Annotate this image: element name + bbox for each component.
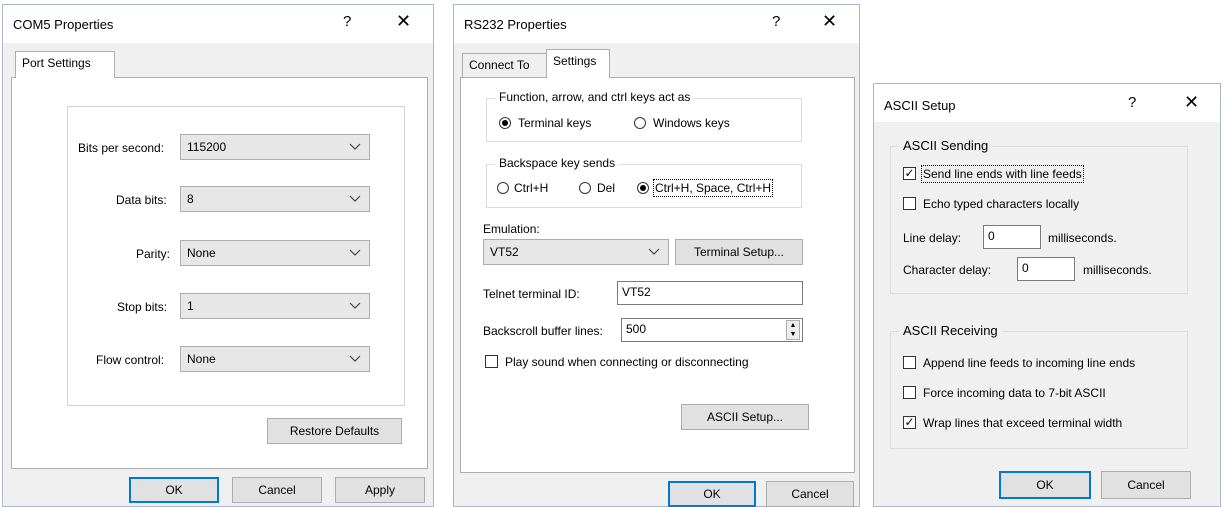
- line-delay-field[interactable]: 0: [983, 225, 1041, 249]
- ascii-title: ASCII Setup: [884, 98, 956, 113]
- play-sound-checkbox[interactable]: [485, 355, 498, 368]
- bits-per-second-label: Bits per second:: [78, 141, 165, 155]
- close-icon[interactable]: ✕: [396, 11, 411, 32]
- char-delay-field[interactable]: 0: [1017, 257, 1075, 281]
- del-radio[interactable]: [579, 182, 591, 194]
- ascii-sending-legend: ASCII Sending: [899, 138, 993, 153]
- com5-properties-dialog: COM5 Properties ? ✕ Port Settings Bits p…: [2, 4, 434, 507]
- chevron-down-icon: [648, 248, 660, 255]
- ascii-setup-button[interactable]: ASCII Setup...: [681, 404, 809, 430]
- append-line-feeds-label[interactable]: Append line feeds to incoming line ends: [923, 356, 1135, 370]
- telnet-id-label: Telnet terminal ID:: [483, 287, 580, 301]
- ctrl-h-space-radio[interactable]: [637, 182, 649, 194]
- select-value: None: [187, 246, 216, 260]
- com5-title-bar[interactable]: COM5 Properties ? ✕: [3, 5, 433, 43]
- parity-label: Parity:: [136, 247, 171, 261]
- settings-panel: Function, arrow, and ctrl keys act as Te…: [460, 77, 855, 473]
- help-icon[interactable]: ?: [1128, 94, 1136, 111]
- wrap-lines-label[interactable]: Wrap lines that exceed terminal width: [923, 416, 1122, 430]
- chevron-down-icon: [349, 143, 361, 150]
- send-line-ends-label[interactable]: Send line ends with line feeds: [921, 165, 1084, 183]
- backscroll-label: Backscroll buffer lines:: [483, 324, 603, 338]
- tab-label: Settings: [553, 54, 597, 68]
- close-icon[interactable]: ✕: [822, 11, 837, 32]
- select-value: None: [187, 352, 216, 366]
- del-label[interactable]: Del: [597, 181, 615, 195]
- line-delay-label: Line delay:: [903, 231, 962, 245]
- ascii-receiving-legend: ASCII Receiving: [899, 323, 1002, 338]
- ok-button[interactable]: OK: [999, 471, 1091, 499]
- close-icon[interactable]: ✕: [1184, 92, 1199, 113]
- function-keys-legend: Function, arrow, and ctrl keys act as: [495, 90, 695, 104]
- chevron-down-icon: [349, 355, 361, 362]
- echo-label[interactable]: Echo typed characters locally: [923, 197, 1079, 211]
- echo-checkbox[interactable]: [903, 197, 916, 210]
- send-line-ends-checkbox[interactable]: ✓: [903, 167, 916, 180]
- line-delay-unit: milliseconds.: [1048, 231, 1117, 245]
- port-settings-panel: Bits per second: 115200 Data bits: 8 Par…: [11, 77, 428, 469]
- ok-button[interactable]: OK: [129, 477, 219, 503]
- stop-bits-select[interactable]: 1: [180, 293, 370, 319]
- chevron-down-icon: [349, 302, 361, 309]
- stop-bits-label: Stop bits:: [117, 300, 168, 314]
- function-keys-group: Function, arrow, and ctrl keys act as Te…: [486, 90, 802, 142]
- select-value: 1: [187, 299, 194, 313]
- chevron-down-icon: [349, 195, 361, 202]
- wrap-lines-checkbox[interactable]: ✓: [903, 416, 916, 429]
- data-bits-select[interactable]: 8: [180, 186, 370, 212]
- select-value: 115200: [187, 140, 227, 154]
- cancel-button[interactable]: Cancel: [1101, 471, 1191, 499]
- terminal-keys-label[interactable]: Terminal keys: [518, 116, 591, 130]
- cancel-button[interactable]: Cancel: [232, 477, 322, 503]
- ascii-title-bar[interactable]: ASCII Setup ? ✕: [874, 84, 1220, 122]
- ok-button[interactable]: OK: [668, 481, 756, 507]
- help-icon[interactable]: ?: [343, 13, 351, 30]
- cancel-button[interactable]: Cancel: [766, 481, 854, 507]
- ctrl-h-label[interactable]: Ctrl+H: [514, 181, 548, 195]
- windows-keys-label[interactable]: Windows keys: [653, 116, 730, 130]
- select-value: 8: [187, 192, 194, 206]
- backspace-group: Backspace key sends Ctrl+H Del Ctrl+H, S…: [486, 156, 802, 208]
- char-delay-unit: milliseconds.: [1083, 263, 1152, 277]
- force-7bit-label[interactable]: Force incoming data to 7-bit ASCII: [923, 386, 1106, 400]
- force-7bit-checkbox[interactable]: [903, 386, 916, 399]
- terminal-setup-button[interactable]: Terminal Setup...: [675, 239, 803, 265]
- telnet-id-field[interactable]: VT52: [617, 281, 803, 305]
- ctrl-h-radio[interactable]: [497, 182, 509, 194]
- rs232-title: RS232 Properties: [464, 17, 567, 32]
- select-value: VT52: [490, 245, 519, 259]
- flow-control-select[interactable]: None: [180, 346, 370, 372]
- ctrl-h-space-label[interactable]: Ctrl+H, Space, Ctrl+H: [652, 179, 774, 197]
- apply-button[interactable]: Apply: [335, 477, 425, 503]
- restore-defaults-button[interactable]: Restore Defaults: [267, 418, 402, 444]
- emulation-select[interactable]: VT52: [483, 239, 669, 265]
- parity-select[interactable]: None: [180, 240, 370, 266]
- terminal-keys-radio[interactable]: [499, 117, 511, 129]
- play-sound-label[interactable]: Play sound when connecting or disconnect…: [505, 355, 749, 369]
- rs232-title-bar[interactable]: RS232 Properties ? ✕: [454, 5, 859, 43]
- emulation-label: Emulation:: [483, 222, 540, 236]
- windows-keys-radio[interactable]: [634, 117, 646, 129]
- tab-settings[interactable]: Settings: [546, 49, 610, 78]
- data-bits-label: Data bits:: [116, 193, 167, 207]
- com5-title: COM5 Properties: [13, 17, 114, 32]
- backscroll-field[interactable]: 500: [621, 318, 803, 342]
- rs232-properties-dialog: RS232 Properties ? ✕ Connect To Settings…: [453, 4, 860, 507]
- tab-connect-to[interactable]: Connect To: [462, 53, 548, 78]
- help-icon[interactable]: ?: [772, 13, 780, 30]
- append-line-feeds-checkbox[interactable]: [903, 356, 916, 369]
- char-delay-label: Character delay:: [903, 263, 992, 277]
- chevron-down-icon: [349, 249, 361, 256]
- ascii-setup-dialog: ASCII Setup ? ✕ ASCII Sending ✓ Send lin…: [873, 83, 1221, 507]
- tab-port-settings[interactable]: Port Settings: [15, 51, 115, 78]
- ascii-sending-group: ASCII Sending ✓ Send line ends with line…: [890, 138, 1188, 294]
- tab-label: Connect To: [469, 58, 530, 72]
- flow-control-label: Flow control:: [96, 353, 165, 367]
- bits-per-second-select[interactable]: 115200: [180, 134, 370, 160]
- backspace-legend: Backspace key sends: [495, 156, 620, 170]
- backscroll-spinner[interactable]: ▲ ▼: [786, 320, 800, 340]
- ascii-receiving-group: ASCII Receiving Append line feeds to inc…: [890, 323, 1188, 449]
- tab-label: Port Settings: [22, 56, 91, 70]
